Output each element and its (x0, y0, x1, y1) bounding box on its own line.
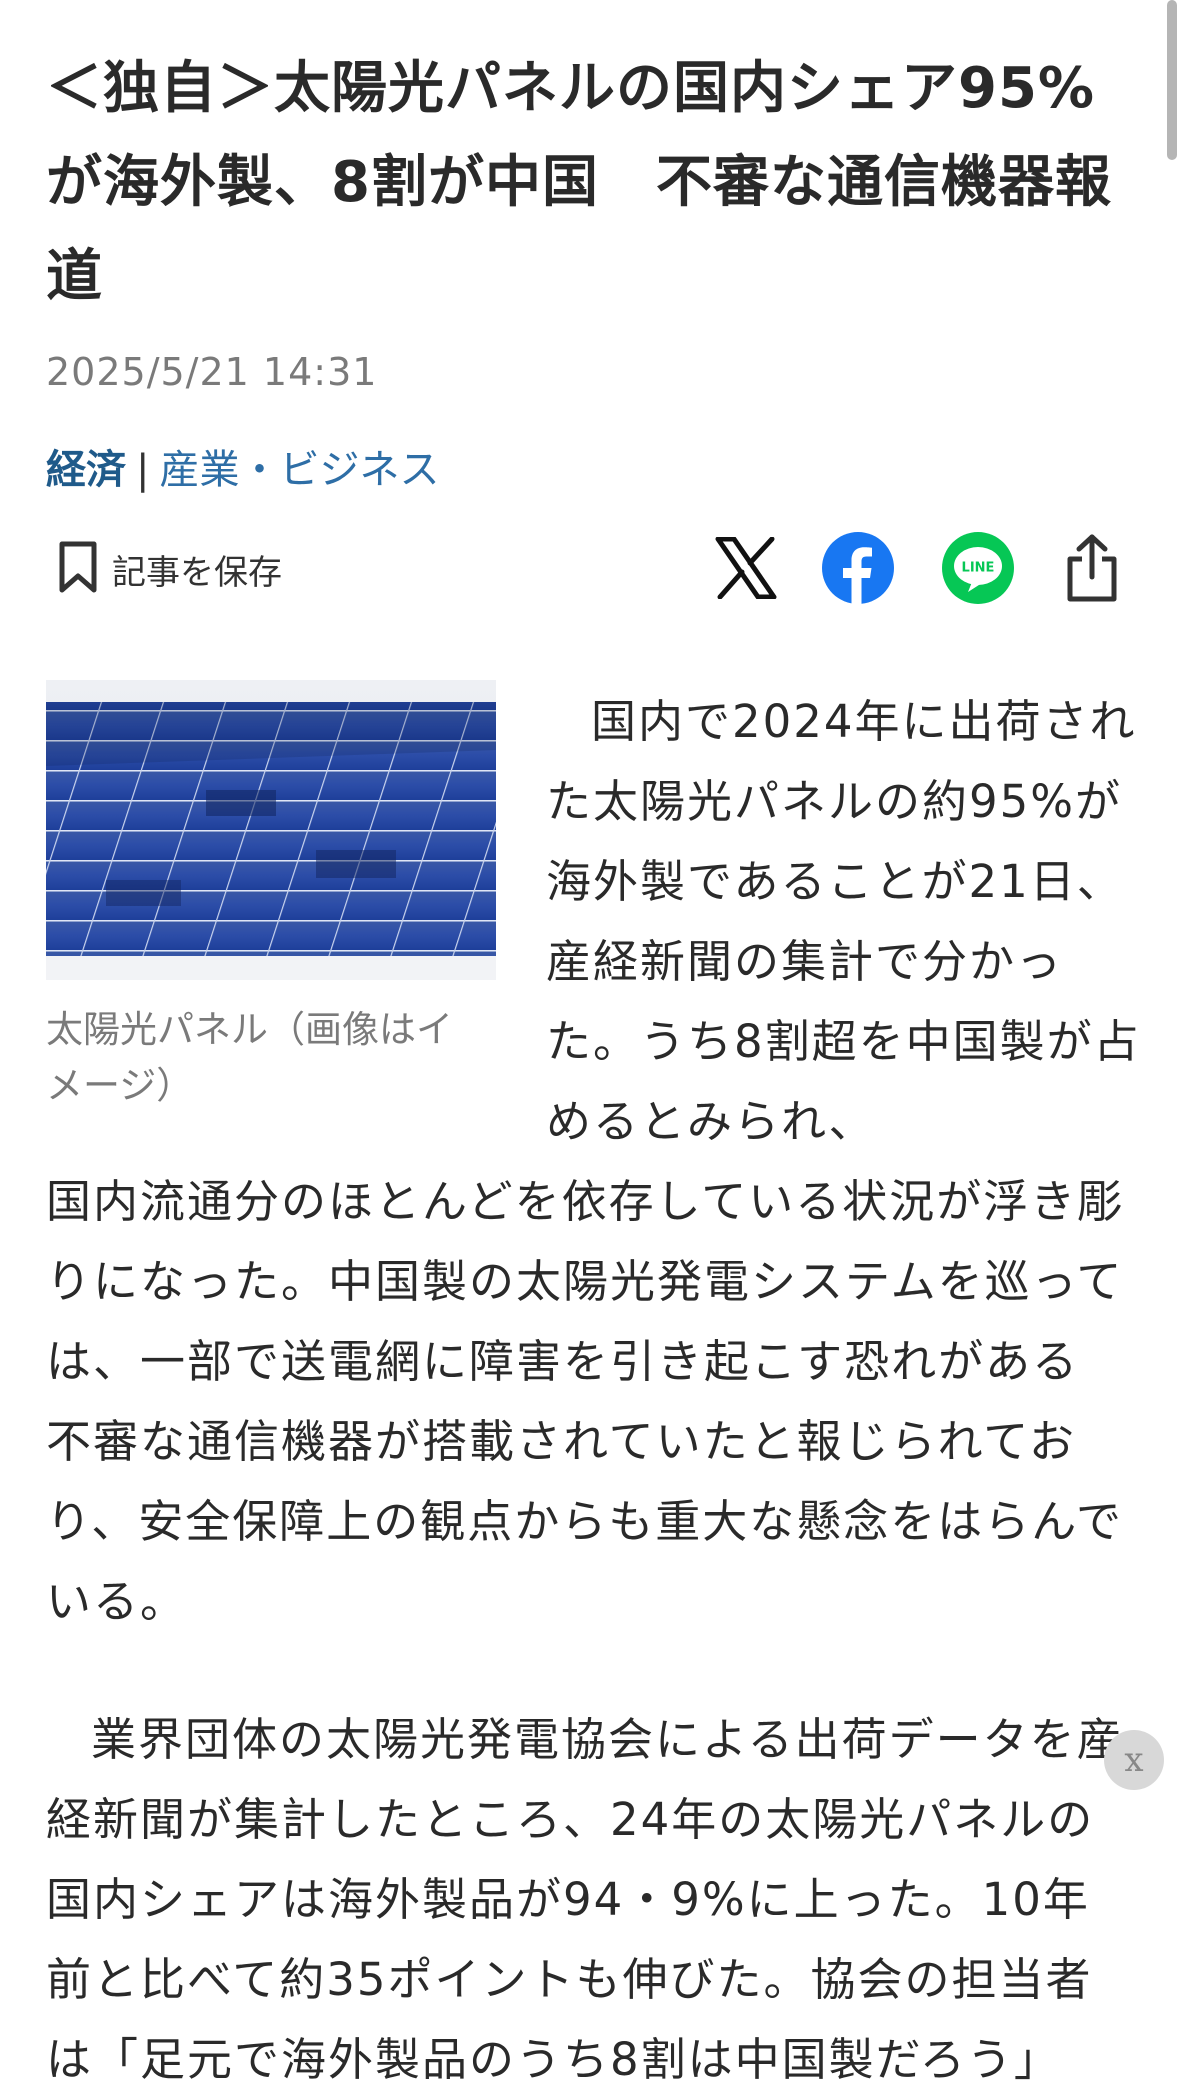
share-line-button[interactable]: LINE (940, 532, 1016, 608)
x-logo-icon (714, 536, 778, 603)
category-link-economy[interactable]: 経済 (46, 447, 126, 493)
line-icon-text: LINE (962, 561, 995, 576)
facebook-icon (822, 532, 894, 608)
lead-paragraph-beside-image: 国内で2024年に出荷された太陽光パネルの約95%が海外製であることが21日、産… (546, 695, 1141, 1148)
breadcrumb: 経済 | 産業・ビジネス (46, 437, 439, 495)
category-link-industry-business[interactable]: 産業・ビジネス (159, 447, 439, 493)
body-paragraph-2: 業界団体の太陽光発電協会による出荷データを産経新聞が集計したところ、24年の太陽… (46, 1713, 1124, 2086)
lead-paragraph-continued: 国内流通分のほとんどを依存している状況が浮き彫りになった。中国製の太陽光発電シス… (46, 1175, 1125, 1628)
category-separator: | (136, 447, 150, 493)
scrollbar-thumb[interactable] (1167, 0, 1177, 160)
line-icon: LINE (942, 532, 1014, 608)
save-article-label: 記事を保存 (112, 552, 282, 593)
share-icon (1064, 533, 1120, 607)
article-headline: ＜独自＞太陽光パネルの国内シェア95%が海外製、8割が中国 不審な通信機器報道 (46, 56, 1112, 309)
close-overlay-button[interactable]: x (1104, 1730, 1164, 1790)
publish-date: 2025/5/21 14:31 (46, 350, 378, 394)
save-article-button[interactable]: 記事を保存 (58, 540, 282, 598)
share-more-button[interactable] (1054, 532, 1130, 608)
solar-panel-photo[interactable] (46, 680, 496, 980)
bookmark-icon (58, 540, 98, 598)
article-figure: 太陽光パネル（画像はイメージ） (46, 680, 496, 1114)
share-facebook-button[interactable] (820, 532, 896, 608)
share-x-button[interactable] (708, 532, 784, 608)
image-caption: 太陽光パネル（画像はイメージ） (46, 1008, 453, 1107)
